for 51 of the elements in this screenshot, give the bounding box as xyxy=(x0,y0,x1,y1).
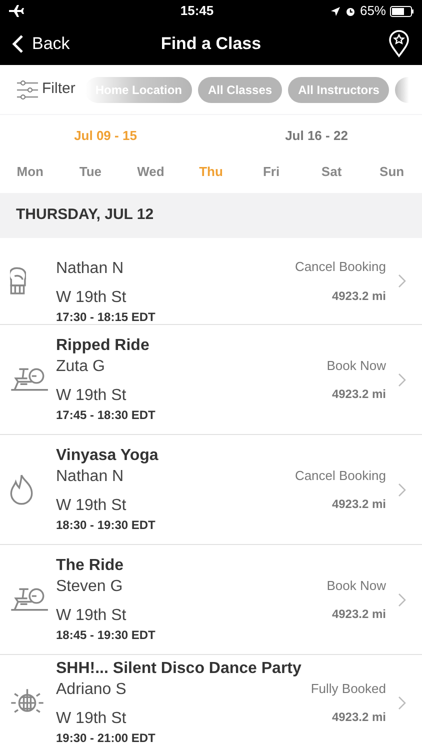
class-time: 19:30 - 21:00 EDT xyxy=(56,731,156,746)
class-time: 17:30 - 18:15 EDT xyxy=(56,310,156,324)
class-title: SHH!... Silent Disco Dance Party xyxy=(56,659,302,679)
class-time: 18:45 - 19:30 EDT xyxy=(56,628,156,643)
battery-percent: 65% xyxy=(360,2,386,20)
class-time: 18:30 - 19:30 EDT xyxy=(56,518,156,533)
class-row[interactable]: Ripped Ride Zuta G W 19th St 17:45 - 18:30 EDT Book Now 4923.2 mi xyxy=(0,325,422,435)
class-row[interactable]: SHH!... Silent Disco Dance Party Adriano S W 19th St 19:30 - 21:00 EDT Fully Booked 4923.2 mi xyxy=(0,655,422,750)
booking-status: Book Now xyxy=(326,576,386,595)
distance-text: 4923.2 mi xyxy=(332,386,386,404)
class-row[interactable]: The Ride Steven G W 19th St 18:45 - 19:30 EDT Book Now 4923.2 mi xyxy=(0,545,422,655)
instructor-name: Nathan N xyxy=(56,467,125,487)
instructor-name: Nathan N xyxy=(56,258,125,278)
instructor-name: Adriano S xyxy=(56,680,128,700)
class-title: Vinyasa Yoga xyxy=(56,446,160,466)
booking-status: Fully Booked xyxy=(310,680,386,698)
location-text: W 19th St xyxy=(56,709,128,729)
location-text: W 19th St xyxy=(56,288,128,308)
distance-text: 4923.2 mi xyxy=(332,496,386,514)
screen-title: Find a Class xyxy=(160,32,262,55)
booking-status: Cancel Booking xyxy=(294,466,386,485)
day-tab[interactable]: Fri xyxy=(241,162,302,182)
week-tab[interactable]: Jul 09 - 15 xyxy=(0,126,211,146)
day-tab[interactable]: Thu xyxy=(180,162,242,182)
day-tab[interactable]: Mon xyxy=(0,162,60,182)
filter-chip[interactable]: All Instructors xyxy=(288,76,390,102)
class-title: Ripped Ride xyxy=(56,336,150,356)
class-time: 17:45 - 18:30 EDT xyxy=(56,408,156,423)
distance-text: 4923.2 mi xyxy=(332,288,386,305)
booking-status: Book Now xyxy=(326,356,386,375)
week-tab[interactable]: Jul 16 - 22 xyxy=(211,126,422,146)
location-text: W 19th St xyxy=(56,496,128,516)
section-header: THURSDAY, JUL 12 xyxy=(16,205,154,226)
day-tab[interactable]: Sun xyxy=(362,162,422,182)
back-button[interactable]: Back xyxy=(12,30,70,56)
location-text: W 19th St xyxy=(56,386,128,406)
location-text: W 19th St xyxy=(56,606,128,626)
distance-text: 4923.2 mi xyxy=(332,606,386,624)
instructor-name: Zuta G xyxy=(56,357,106,377)
instructor-name: Steven G xyxy=(56,577,124,597)
class-row[interactable]: Nathan N W 19th St 17:30 - 18:15 EDT Cancel Booking 4923.2 mi xyxy=(0,238,422,325)
clock-time: 15:45 xyxy=(180,2,214,20)
day-tab[interactable]: Tue xyxy=(60,162,121,182)
day-tab[interactable]: Wed xyxy=(120,162,181,182)
class-row[interactable]: Vinyasa Yoga Nathan N W 19th St 18:30 - 19:30 EDT Cancel Booking 4923.2 mi xyxy=(0,435,422,545)
class-title: The Ride xyxy=(56,556,125,576)
distance-text: 4923.2 mi xyxy=(332,709,386,726)
filter-chip[interactable]: All Classes xyxy=(198,76,282,102)
booking-status: Cancel Booking xyxy=(294,258,386,276)
filter-button[interactable]: Filter xyxy=(16,78,76,101)
day-tab[interactable]: Sat xyxy=(301,162,362,182)
